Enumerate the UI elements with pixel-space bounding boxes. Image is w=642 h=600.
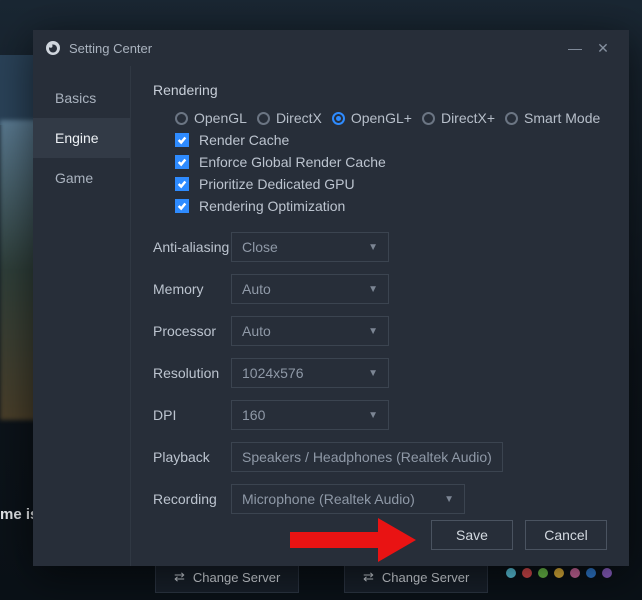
minimize-button[interactable]: ― <box>561 40 589 56</box>
radio-label: Smart Mode <box>524 110 600 126</box>
change-server-label: Change Server <box>193 570 280 585</box>
radio-opengl[interactable]: OpenGL <box>175 110 247 126</box>
sidebar: Basics Engine Game <box>33 66 131 566</box>
radio-label: OpenGL <box>194 110 247 126</box>
rendering-engine-radios: OpenGL DirectX OpenGL+ DirectX+ Smart Mo… <box>175 110 629 126</box>
radio-dot-icon <box>332 112 345 125</box>
select-playback[interactable]: Speakers / Headphones (Realtek Audio) <box>231 442 503 472</box>
chevron-down-icon: ▼ <box>368 284 378 295</box>
checkbox-label: Render Cache <box>199 132 289 148</box>
sidebar-item-label: Engine <box>55 130 99 146</box>
select-value: 1024x576 <box>242 365 304 381</box>
radio-directxplus[interactable]: DirectX+ <box>422 110 495 126</box>
checkbox-checked-icon <box>175 155 189 169</box>
change-server-label: Change Server <box>382 570 469 585</box>
checkbox-render-opt[interactable]: Rendering Optimization <box>175 198 629 214</box>
checkbox-checked-icon <box>175 133 189 147</box>
radio-dot-icon <box>175 112 188 125</box>
close-button[interactable]: ✕ <box>589 40 617 57</box>
chevron-down-icon: ▼ <box>368 410 378 421</box>
settings-modal: Setting Center ― ✕ Basics Engine Game Re… <box>33 30 629 566</box>
field-memory: Memory Auto ▼ <box>153 274 629 304</box>
window-title: Setting Center <box>69 41 152 56</box>
color-dot <box>570 568 580 578</box>
select-anti-aliasing[interactable]: Close ▼ <box>231 232 389 262</box>
color-dots-row <box>506 568 612 578</box>
field-playback: Playback Speakers / Headphones (Realtek … <box>153 442 629 472</box>
field-dpi: DPI 160 ▼ <box>153 400 629 430</box>
sidebar-item-label: Basics <box>55 90 96 106</box>
radio-label: OpenGL+ <box>351 110 412 126</box>
field-label: DPI <box>153 407 231 423</box>
color-dot <box>554 568 564 578</box>
chevron-down-icon: ▼ <box>368 326 378 337</box>
select-recording[interactable]: Microphone (Realtek Audio) ▼ <box>231 484 465 514</box>
checkbox-dedicated-gpu[interactable]: Prioritize Dedicated GPU <box>175 176 629 192</box>
app-icon <box>45 40 61 56</box>
radio-label: DirectX <box>276 110 322 126</box>
checkbox-render-cache[interactable]: Render Cache <box>175 132 629 148</box>
field-label: Processor <box>153 323 231 339</box>
radio-dot-icon <box>505 112 518 125</box>
select-value: Microphone (Realtek Audio) <box>242 491 415 507</box>
radio-label: DirectX+ <box>441 110 495 126</box>
sidebar-item-game[interactable]: Game <box>33 158 130 198</box>
swap-icon: ⇄ <box>363 569 374 585</box>
field-resolution: Resolution 1024x576 ▼ <box>153 358 629 388</box>
field-label: Playback <box>153 449 231 465</box>
color-dot <box>586 568 596 578</box>
select-resolution[interactable]: 1024x576 ▼ <box>231 358 389 388</box>
radio-openglplus[interactable]: OpenGL+ <box>332 110 412 126</box>
select-dpi[interactable]: 160 ▼ <box>231 400 389 430</box>
select-value: Auto <box>242 323 271 339</box>
chevron-down-icon: ▼ <box>368 368 378 379</box>
modal-body: Basics Engine Game Rendering OpenGL Dire… <box>33 66 629 566</box>
select-value: Auto <box>242 281 271 297</box>
field-label: Resolution <box>153 365 231 381</box>
checkbox-label: Enforce Global Render Cache <box>199 154 386 170</box>
sidebar-item-basics[interactable]: Basics <box>33 78 130 118</box>
checkbox-checked-icon <box>175 199 189 213</box>
save-button[interactable]: Save <box>431 520 513 550</box>
select-value: Speakers / Headphones (Realtek Audio) <box>242 449 492 465</box>
button-label: Cancel <box>544 527 588 543</box>
radio-smartmode[interactable]: Smart Mode <box>505 110 600 126</box>
checkbox-label: Prioritize Dedicated GPU <box>199 176 355 192</box>
chevron-down-icon: ▼ <box>444 494 454 505</box>
field-label: Anti-aliasing <box>153 239 231 255</box>
color-dot <box>538 568 548 578</box>
radio-directx[interactable]: DirectX <box>257 110 322 126</box>
section-title-rendering: Rendering <box>153 82 629 98</box>
sidebar-item-engine[interactable]: Engine <box>33 118 130 158</box>
field-label: Recording <box>153 491 231 507</box>
select-processor[interactable]: Auto ▼ <box>231 316 389 346</box>
color-dot <box>602 568 612 578</box>
titlebar: Setting Center ― ✕ <box>33 30 629 66</box>
swap-icon: ⇄ <box>174 569 185 585</box>
color-dot <box>506 568 516 578</box>
checkbox-enforce-global[interactable]: Enforce Global Render Cache <box>175 154 629 170</box>
radio-dot-icon <box>257 112 270 125</box>
cancel-button[interactable]: Cancel <box>525 520 607 550</box>
chevron-down-icon: ▼ <box>368 242 378 253</box>
radio-dot-icon <box>422 112 435 125</box>
action-buttons: Save Cancel <box>431 520 607 550</box>
select-value: 160 <box>242 407 265 423</box>
field-label: Memory <box>153 281 231 297</box>
field-processor: Processor Auto ▼ <box>153 316 629 346</box>
button-label: Save <box>456 527 488 543</box>
checkbox-checked-icon <box>175 177 189 191</box>
color-dot <box>522 568 532 578</box>
content-pane: Rendering OpenGL DirectX OpenGL+ DirectX… <box>131 66 629 566</box>
sidebar-item-label: Game <box>55 170 93 186</box>
field-recording: Recording Microphone (Realtek Audio) ▼ <box>153 484 629 514</box>
form-grid: Anti-aliasing Close ▼ Memory Auto ▼ Proces… <box>153 232 629 514</box>
field-anti-aliasing: Anti-aliasing Close ▼ <box>153 232 629 262</box>
select-value: Close <box>242 239 278 255</box>
checkbox-label: Rendering Optimization <box>199 198 345 214</box>
select-memory[interactable]: Auto ▼ <box>231 274 389 304</box>
bg-panel <box>0 55 33 125</box>
